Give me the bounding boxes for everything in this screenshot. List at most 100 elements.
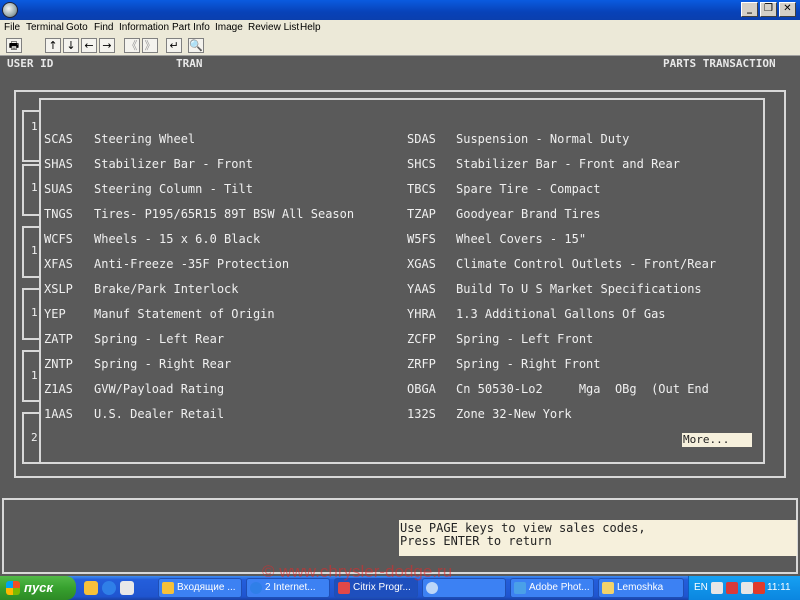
language-indicator[interactable]: EN [694, 582, 708, 593]
option-code[interactable]: ZNTP [44, 357, 73, 371]
last-page-icon[interactable]: 》 [142, 38, 158, 53]
minimize-button[interactable]: _ [741, 2, 758, 17]
watermark: © www.chrysler-dodge.ru [262, 562, 453, 581]
option-code[interactable]: 132S [407, 407, 436, 421]
start-label: пуск [24, 580, 53, 595]
background-row-number: 1 [31, 244, 38, 257]
option-description: GVW/Payload Rating [94, 382, 225, 396]
option-code[interactable]: TNGS [44, 207, 73, 221]
option-code[interactable]: XFAS [44, 257, 73, 271]
background-row-number: 1 [31, 306, 38, 319]
task-lemoshka[interactable]: Lemoshka [598, 578, 684, 598]
background-row-number: 1 [31, 181, 38, 194]
menu-part-info[interactable]: Part Info [172, 22, 210, 33]
option-description: Manuf Statement of Origin [94, 307, 275, 321]
option-code[interactable]: ZRFP [407, 357, 436, 371]
option-description: Tires- P195/65R15 89T BSW All Season [94, 207, 355, 221]
option-description: Cn 50530-Lo2 Mga OBg (Out End [456, 382, 709, 396]
tray-ati-icon[interactable] [753, 582, 765, 594]
option-code[interactable]: YHRA [407, 307, 436, 321]
browser-icon [250, 582, 262, 594]
menu-information[interactable]: Information [119, 22, 169, 33]
option-description: Steering Column - Tilt [94, 182, 253, 196]
option-description: Spring - Right Front [456, 357, 601, 371]
option-code[interactable]: SHCS [407, 157, 436, 171]
option-description: Spring - Right Rear [94, 357, 232, 371]
mail-icon [162, 582, 174, 594]
clock: 11:11 [767, 582, 791, 593]
task-inbox[interactable]: Входящие ... [158, 578, 242, 598]
internet-explorer-quicklaunch-icon[interactable] [102, 581, 116, 595]
toolbar: 🖶 ↑ ↓ ← → 《 》 ↵ 🔍 [0, 36, 800, 56]
option-code[interactable]: OBGA [407, 382, 436, 396]
user-id-label: USER ID [7, 57, 54, 70]
option-description: Suspension - Normal Duty [456, 132, 630, 146]
arrow-left-icon[interactable]: ← [81, 38, 97, 53]
option-code[interactable]: SDAS [407, 132, 436, 146]
option-code[interactable]: ZATP [44, 332, 73, 346]
more-link[interactable]: More... [682, 433, 752, 447]
option-description: Climate Control Outlets - Front/Rear [456, 257, 717, 271]
menu-find[interactable]: Find [94, 22, 113, 33]
option-description: Wheels - 15 x 6.0 Black [94, 232, 261, 246]
option-code[interactable]: XSLP [44, 282, 73, 296]
option-description: Stabilizer Bar - Front [94, 157, 253, 171]
task-photoshop[interactable]: Adobe Phot... [510, 578, 594, 598]
tray-network-icon[interactable] [741, 582, 753, 594]
option-description: Stabilizer Bar - Front and Rear [456, 157, 680, 171]
help-message-line1: Use PAGE keys to view sales codes, [400, 521, 646, 535]
option-code[interactable]: 1AAS [44, 407, 73, 421]
app-icon [426, 582, 438, 594]
option-description: Build To U S Market Specifications [456, 282, 702, 296]
option-code[interactable]: SHAS [44, 157, 73, 171]
show-desktop-icon[interactable] [120, 581, 134, 595]
close-button[interactable]: ✕ [779, 2, 796, 17]
arrow-up-icon[interactable]: ↑ [45, 38, 61, 53]
option-description: Goodyear Brand Tires [456, 207, 601, 221]
screen-title: PARTS TRANSACTION [663, 57, 776, 70]
arrow-down-icon[interactable]: ↓ [63, 38, 79, 53]
background-row-number: 1 [31, 369, 38, 382]
menu-help[interactable]: Help [300, 22, 321, 33]
menu-image[interactable]: Image [215, 22, 243, 33]
background-row-number: 2 [31, 431, 38, 444]
option-code[interactable]: SCAS [44, 132, 73, 146]
enter-icon[interactable]: ↵ [166, 38, 182, 53]
option-code[interactable]: SUAS [44, 182, 73, 196]
photoshop-icon [514, 582, 526, 594]
option-description: 1.3 Additional Gallons Of Gas [456, 307, 666, 321]
print-icon[interactable]: 🖶 [6, 38, 22, 53]
terminal-screen[interactable]: USER ID TRAN PARTS TRANSACTION 1 1 1 1 1… [0, 56, 800, 576]
start-button[interactable]: пуск [0, 576, 76, 600]
outlook-quicklaunch-icon[interactable] [84, 581, 98, 595]
menu-bar: File Terminal Goto Find Information Part… [0, 20, 800, 36]
option-code[interactable]: XGAS [407, 257, 436, 271]
option-description: Spare Tire - Compact [456, 182, 601, 196]
help-message-line2: Press ENTER to return [400, 534, 552, 548]
option-code[interactable]: WCFS [44, 232, 73, 246]
option-code[interactable]: YEP [44, 307, 66, 321]
sales-codes-window: SCAS Steering Wheel SHAS Stabilizer Bar - F… [39, 98, 765, 464]
tray-antivirus-icon[interactable] [726, 582, 738, 594]
menu-review-list[interactable]: Review List [248, 22, 299, 33]
first-page-icon[interactable]: 《 [124, 38, 140, 53]
tray-app-icon[interactable] [711, 582, 723, 594]
folder-icon [602, 582, 614, 594]
arrow-right-icon[interactable]: → [99, 38, 115, 53]
search-icon[interactable]: 🔍 [188, 38, 204, 53]
option-code[interactable]: ZCFP [407, 332, 436, 346]
option-description: Wheel Covers - 15" [456, 232, 587, 246]
menu-goto[interactable]: Goto [66, 22, 88, 33]
option-code[interactable]: W5FS [407, 232, 436, 246]
option-code[interactable]: TBCS [407, 182, 436, 196]
restore-button[interactable]: ❐ [760, 2, 777, 17]
option-description: Spring - Left Rear [94, 332, 225, 346]
menu-file[interactable]: File [4, 22, 20, 33]
menu-terminal[interactable]: Terminal [26, 22, 64, 33]
option-description: Brake/Park Interlock [94, 282, 239, 296]
option-code[interactable]: Z1AS [44, 382, 73, 396]
option-code[interactable]: TZAP [407, 207, 436, 221]
app-disc-icon[interactable] [2, 2, 18, 18]
option-code[interactable]: YAAS [407, 282, 436, 296]
system-tray: EN 11:11 [688, 576, 800, 600]
